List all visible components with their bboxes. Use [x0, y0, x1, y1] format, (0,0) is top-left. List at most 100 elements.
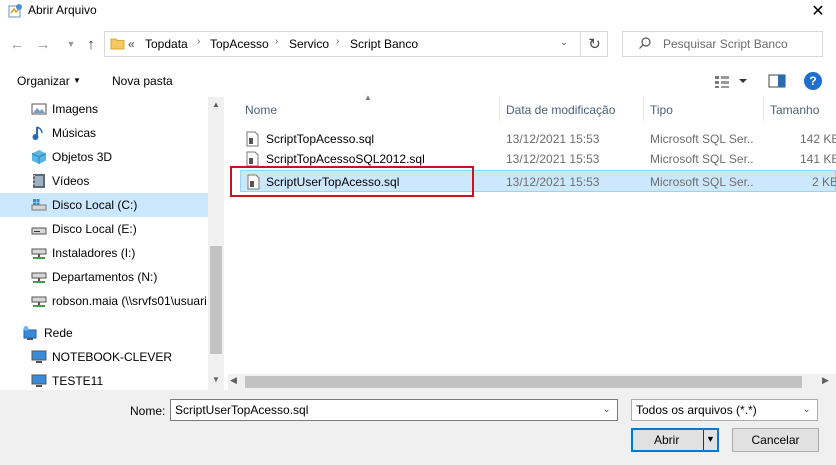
- breadcrumb-servico[interactable]: Servico: [289, 37, 329, 51]
- network-drive-icon: [31, 248, 47, 259]
- column-header-name[interactable]: Nome: [245, 103, 277, 117]
- breadcrumb-overflow[interactable]: «: [128, 37, 135, 51]
- file-row[interactable]: ScriptTopAcesso.sql 13/12/2021 15:53 Mic…: [240, 128, 836, 150]
- horizontal-scrollbar-thumb[interactable]: [245, 376, 802, 388]
- nav-item-instaladores[interactable]: Instaladores (I:): [0, 241, 208, 265]
- breadcrumb-topdata[interactable]: Topdata: [145, 37, 188, 51]
- up-button[interactable]: ↑: [80, 33, 102, 55]
- close-button[interactable]: ✕: [800, 0, 836, 22]
- title-bar: [0, 0, 836, 22]
- nav-item-notebook-clever[interactable]: NOTEBOOK-CLEVER: [0, 345, 208, 369]
- nav-item-musicas[interactable]: Músicas: [0, 121, 208, 145]
- nav-item-label: robson.maia (\\srvfs01\usuari: [52, 294, 207, 308]
- breadcrumb-separator[interactable]: ›: [197, 36, 200, 47]
- chevron-down-icon[interactable]: ⌄: [603, 404, 611, 415]
- nav-item-label: Instaladores (I:): [52, 246, 136, 260]
- file-modified: 13/12/2021 15:53: [506, 152, 600, 166]
- nav-item-disco-e[interactable]: Disco Local (E:): [0, 217, 208, 241]
- file-name-input[interactable]: [170, 399, 618, 421]
- refresh-button[interactable]: ↻: [580, 31, 608, 57]
- organize-button[interactable]: Organizar: [17, 74, 70, 88]
- file-type: Microsoft SQL Ser...: [650, 152, 754, 166]
- nav-item-label: Departamentos (N:): [52, 270, 158, 284]
- file-type-select[interactable]: Todos os arquivos (*.*): [631, 399, 818, 421]
- scroll-left-icon[interactable]: ◀: [230, 375, 237, 386]
- back-button[interactable]: ←: [6, 33, 28, 55]
- file-size: 142 KB: [800, 132, 836, 146]
- nav-item-videos[interactable]: Vídeos: [0, 169, 208, 193]
- nav-item-robson-maia[interactable]: robson.maia (\\srvfs01\usuari: [0, 289, 208, 313]
- new-folder-button[interactable]: Nova pasta: [112, 74, 173, 88]
- nav-item-label: Imagens: [52, 102, 99, 116]
- address-dropdown-button[interactable]: ⌄: [556, 37, 572, 48]
- breadcrumb-separator[interactable]: ›: [336, 36, 339, 47]
- nav-item-label: Disco Local (E:): [52, 222, 137, 236]
- split-divider: [703, 430, 704, 450]
- nav-item-disco-c[interactable]: Disco Local (C:): [0, 193, 208, 217]
- column-header-type[interactable]: Tipo: [650, 103, 673, 117]
- sql-file-icon: [246, 151, 259, 167]
- refresh-icon: ↻: [588, 36, 601, 53]
- arrow-right-icon: →: [35, 35, 51, 53]
- file-size: 141 KB: [800, 152, 836, 166]
- folder-icon: [110, 38, 125, 50]
- file-modified: 13/12/2021 15:53: [506, 132, 600, 146]
- column-header-modified[interactable]: Data de modificação: [506, 103, 615, 117]
- chevron-down-icon: ⌄: [560, 37, 568, 47]
- view-options-button[interactable]: [713, 72, 751, 90]
- forward-button[interactable]: →: [32, 33, 54, 55]
- nav-item-label: Disco Local (C:): [52, 198, 138, 212]
- sql-file-icon: [246, 131, 259, 147]
- network-icon: [23, 326, 37, 340]
- nav-item-teste11[interactable]: TESTE11: [0, 369, 208, 390]
- arrow-left-icon: ←: [9, 35, 25, 53]
- nav-item-label: Rede: [44, 326, 73, 340]
- nav-item-label: Músicas: [52, 126, 97, 140]
- help-button[interactable]: ?: [804, 72, 822, 90]
- column-divider[interactable]: [763, 97, 764, 121]
- breadcrumb-separator[interactable]: ›: [275, 36, 278, 47]
- objects-3d-icon: [31, 150, 47, 164]
- nav-item-imagens[interactable]: Imagens: [0, 97, 208, 121]
- nav-item-label: TESTE11: [52, 374, 104, 388]
- file-type: Microsoft SQL Ser...: [650, 175, 754, 189]
- scroll-down-icon[interactable]: ▼: [208, 375, 224, 384]
- chevron-down-icon[interactable]: ⌄: [803, 404, 811, 415]
- breadcrumb-topacesso[interactable]: TopAcesso: [210, 37, 269, 51]
- videos-icon: [33, 174, 45, 188]
- network-drive-icon: [31, 272, 47, 283]
- network-drive-icon: [31, 296, 47, 307]
- nav-item-label: Vídeos: [52, 174, 90, 188]
- computer-icon: [31, 350, 47, 363]
- file-name-label: Nome:: [130, 404, 166, 418]
- arrow-up-icon: ↑: [87, 35, 95, 53]
- sort-ascending-icon: ▲: [364, 93, 372, 102]
- nav-item-rede[interactable]: Rede: [0, 321, 208, 345]
- music-icon: [32, 126, 43, 140]
- app-icon: [8, 4, 22, 18]
- open-button-label[interactable]: Abrir: [654, 433, 679, 447]
- nav-item-departamentos[interactable]: Departamentos (N:): [0, 265, 208, 289]
- column-divider[interactable]: [643, 97, 644, 121]
- chevron-down-icon: ▼: [66, 39, 76, 49]
- cancel-button[interactable]: Cancelar: [732, 428, 819, 452]
- nav-item-label: NOTEBOOK-CLEVER: [52, 350, 173, 364]
- chevron-down-icon: ▼: [73, 76, 81, 85]
- column-header-size[interactable]: Tamanho: [770, 103, 819, 117]
- nav-scrollbar-thumb[interactable]: [210, 246, 222, 354]
- search-icon: [639, 37, 651, 49]
- preview-pane-button[interactable]: [768, 72, 786, 90]
- nav-item-objetos-3d[interactable]: Objetos 3D: [0, 145, 208, 169]
- drive-icon: [31, 227, 47, 235]
- scroll-right-icon[interactable]: ▶: [822, 375, 829, 386]
- recent-locations-button[interactable]: ▼: [60, 33, 82, 55]
- file-name: ScriptTopAcesso.sql: [266, 132, 375, 146]
- file-size: 2 KB: [812, 175, 836, 189]
- file-type: Microsoft SQL Ser...: [650, 132, 754, 146]
- column-divider[interactable]: [499, 97, 500, 121]
- file-name: ScriptTopAcessoSQL2012.sql: [266, 152, 425, 166]
- pictures-icon: [31, 103, 47, 115]
- scroll-up-icon[interactable]: ▲: [208, 100, 224, 109]
- open-options-dropdown[interactable]: ▼: [706, 434, 715, 444]
- breadcrumb-script-banco[interactable]: Script Banco: [350, 37, 418, 51]
